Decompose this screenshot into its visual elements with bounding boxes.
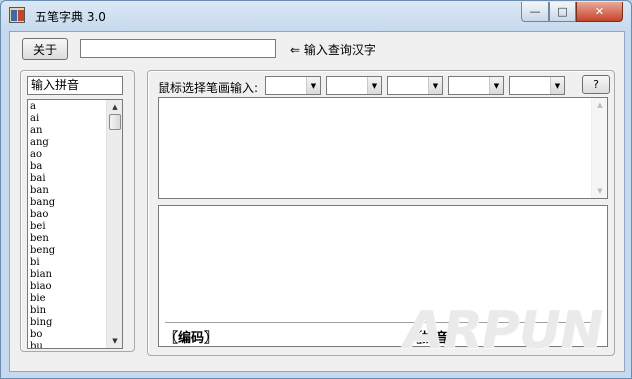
pinyin-list-item[interactable]: ang xyxy=(30,137,104,149)
pinyin-list-item[interactable]: biao xyxy=(30,281,104,293)
stroke-input-label: 鼠标选择笔画输入: xyxy=(158,81,259,95)
title-bar[interactable]: 五笔字典 3.0 — □ ✕ xyxy=(1,1,631,31)
pinyin-input-label: 输入拼音 xyxy=(27,76,123,95)
close-button[interactable]: ✕ xyxy=(576,2,623,22)
pinyin-list-item[interactable]: bei xyxy=(30,221,104,233)
maximize-icon: □ xyxy=(557,5,568,18)
stroke-select-4[interactable]: ▼ xyxy=(448,76,504,95)
minimize-icon: — xyxy=(529,5,541,18)
client-area: 关于 ⇐ 输入查询汉字 输入拼音 a ai an ang ao ba bai ban bang b… xyxy=(9,31,625,372)
main-window: 五笔字典 3.0 — □ ✕ 关于 ⇐ 输入查询汉字 输入拼音 a ai an ang… xyxy=(0,0,632,379)
pinyin-panel: 输入拼音 a ai an ang ao ba bai ban bang bao bei ben beng… xyxy=(20,70,135,352)
code-label: 〖编码〗 xyxy=(165,331,218,346)
pinyin-list-item[interactable]: bin xyxy=(30,305,104,317)
search-hint: ⇐ 输入查询汉字 xyxy=(290,43,376,57)
pinyin-list-item[interactable]: ai xyxy=(30,113,104,125)
pinyin-list-item[interactable]: ao xyxy=(30,149,104,161)
pinyin-list-item[interactable]: bu xyxy=(30,341,104,348)
pinyin-list-item[interactable]: bao xyxy=(30,209,104,221)
pinyin-list-item[interactable]: bo xyxy=(30,329,104,341)
stroke-select-5[interactable]: ▼ xyxy=(509,76,565,95)
stroke-select-2[interactable]: ▼ xyxy=(326,76,382,95)
pinyin-label: 〖拼音〗 xyxy=(409,331,462,346)
stroke-select-3[interactable]: ▼ xyxy=(387,76,443,95)
scroll-up-icon[interactable]: ▲ xyxy=(107,100,122,114)
maximize-button[interactable]: □ xyxy=(549,2,576,22)
close-icon: ✕ xyxy=(594,5,605,18)
about-button[interactable]: 关于 xyxy=(22,38,68,60)
scroll-up-icon[interactable]: ▲ xyxy=(592,98,608,112)
pinyin-list-item[interactable]: beng xyxy=(30,245,104,257)
detail-panel: 〖编码〗 〖拼音〗 xyxy=(158,205,608,347)
help-button[interactable]: ? xyxy=(582,75,610,94)
chevron-down-icon: ▼ xyxy=(306,77,320,94)
dictionary-app-icon xyxy=(9,7,25,23)
scroll-thumb[interactable] xyxy=(109,114,121,130)
pinyin-list-item[interactable]: ban xyxy=(30,185,104,197)
detail-divider xyxy=(165,322,601,323)
pinyin-list-item[interactable]: bian xyxy=(30,269,104,281)
search-input[interactable] xyxy=(80,39,276,58)
pinyin-list-item[interactable]: bie xyxy=(30,293,104,305)
pinyin-list-item[interactable]: ba xyxy=(30,161,104,173)
pinyin-list-item[interactable]: bang xyxy=(30,197,104,209)
chevron-down-icon: ▼ xyxy=(428,77,442,94)
result-list[interactable]: ▲ ▼ xyxy=(158,97,608,199)
chevron-down-icon: ▼ xyxy=(489,77,503,94)
window-title: 五笔字典 3.0 xyxy=(35,10,106,24)
chevron-down-icon: ▼ xyxy=(550,77,564,94)
scroll-down-icon[interactable]: ▼ xyxy=(592,184,608,198)
stroke-panel: 鼠标选择笔画输入: ▼ ▼ ▼ ▼ ▼ ? ▲ ▼ 〖编码〗 〖拼音〗 xyxy=(147,70,615,356)
pinyin-list[interactable]: a ai an ang ao ba bai ban bang bao bei ben beng bi bia… xyxy=(27,99,123,349)
scroll-down-icon[interactable]: ▼ xyxy=(107,334,122,348)
stroke-select-1[interactable]: ▼ xyxy=(265,76,321,95)
pinyin-list-item[interactable]: bing xyxy=(30,317,104,329)
pinyin-scrollbar[interactable]: ▲ ▼ xyxy=(106,100,122,348)
pinyin-list-item[interactable]: bi xyxy=(30,257,104,269)
pinyin-list-item[interactable]: ben xyxy=(30,233,104,245)
pinyin-list-item[interactable]: bai xyxy=(30,173,104,185)
pinyin-items: a ai an ang ao ba bai ban bang bao bei ben beng bi bia… xyxy=(30,101,104,348)
chevron-down-icon: ▼ xyxy=(367,77,381,94)
minimize-button[interactable]: — xyxy=(521,2,549,22)
pinyin-list-item[interactable]: a xyxy=(30,101,104,113)
result-scrollbar[interactable]: ▲ ▼ xyxy=(591,98,607,198)
pinyin-list-item[interactable]: an xyxy=(30,125,104,137)
